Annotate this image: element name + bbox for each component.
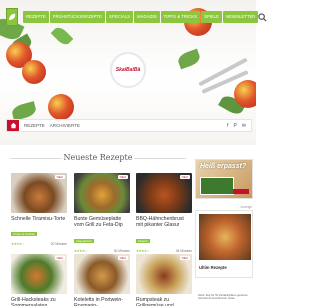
recipe-card[interactable]: NEU Grill-Hacksteaks zu Sommersalaten [11, 254, 67, 306]
home-logo-icon[interactable] [6, 8, 18, 26]
ad-caption[interactable]: Ultim Rezepte [199, 265, 227, 270]
leaf-decoration [50, 24, 74, 48]
recipe-image[interactable]: NEU [74, 254, 130, 294]
site-logo-text: SkaiBaiBä [115, 67, 141, 73]
nav-item-magazin[interactable]: Magazin [134, 11, 160, 23]
recipe-time: 20 Minuten [50, 242, 67, 247]
recipe-time: 45 Minuten [175, 248, 192, 253]
new-badge: NEU [179, 175, 190, 179]
recipe-image[interactable]: NEU [136, 254, 192, 294]
ad-cta-button[interactable] [233, 189, 249, 194]
recipe-category[interactable]: Torten & Kuchen [11, 232, 38, 237]
social-links: f P ✉ [227, 123, 246, 129]
recipe-title[interactable]: Schnelle Tiramisu-Torte [11, 216, 67, 222]
ad-footer-text: Wow! Zeit für 50 Zeitaktivitäten gesehen… [198, 293, 248, 301]
recipe-image[interactable]: NEU [74, 173, 130, 213]
site-logo[interactable]: SkaiBaiBä [110, 52, 146, 88]
new-badge: NEU [117, 175, 128, 179]
leaf-decoration [10, 101, 38, 121]
new-badge: NEU [54, 256, 65, 260]
section-divider-right [134, 158, 186, 159]
top-navigation: Rezepte Frühstücks­rezepte Specials Maga… [6, 8, 267, 26]
ad-product-image [200, 177, 234, 195]
facebook-icon[interactable]: f [227, 123, 228, 129]
apple-decoration [22, 60, 46, 84]
nav-item-tipps[interactable]: Tipps & Tricks [160, 11, 200, 23]
recipe-title[interactable]: Grill-Hacksteaks zu Sommersalaten [11, 297, 67, 306]
sidebar-ad-card[interactable]: Ultim Rezepte [195, 210, 253, 278]
nav-links: Rezepte Frühstücks­rezepte Specials Maga… [23, 11, 259, 23]
mail-icon[interactable]: ✉ [242, 123, 246, 129]
nav-item-specials[interactable]: Specials [106, 11, 134, 23]
search-icon[interactable] [258, 11, 267, 23]
nav-item-fruehstuecksrezepte[interactable]: Frühstücks­rezepte [49, 11, 106, 23]
recipe-card[interactable]: NEU Bunte Gemüseplatte vom Grill zu Feta… [74, 173, 130, 253]
pinterest-icon[interactable]: P [233, 123, 236, 129]
recipe-title[interactable]: Koteletts in Portwein-Rosmarin- [74, 297, 130, 306]
breadcrumb-bar: Rezepte Archivierte f P ✉ [6, 119, 252, 132]
apple-decoration [48, 94, 74, 120]
home-icon[interactable] [7, 120, 19, 131]
recipe-time: 30 Minuten [113, 248, 130, 253]
new-badge: NEU [117, 256, 128, 260]
recipe-category[interactable]: Vegetarisch [74, 238, 94, 243]
new-badge: NEU [179, 256, 190, 260]
nav-item-rezepte[interactable]: Rezepte [23, 11, 49, 23]
recipe-image[interactable]: NEU [11, 173, 67, 213]
ad-label: Anzeige [240, 205, 252, 209]
nav-item-newsletter[interactable]: Newsletter [223, 11, 259, 23]
rating-stars: ★★★★☆ [136, 248, 150, 253]
recipe-image[interactable]: NEU [136, 173, 192, 213]
recipe-card[interactable]: NEU BBQ-Hähnchenbrust mit pikanter Glasu… [136, 173, 192, 253]
rating-stars: ★★★★☆ [74, 248, 88, 253]
recipe-card[interactable]: NEU Rumpsteak zu Grillgemüse und [136, 254, 192, 306]
rating-stars: ★★★★☆ [11, 242, 25, 247]
recipe-category[interactable]: Fleisch [136, 238, 150, 243]
recipe-card[interactable]: NEU Schnelle Tiramisu-Torte Torten & Kuc… [11, 173, 67, 246]
recipe-meta: ★★★★☆ 20 Minuten [11, 242, 67, 246]
leaf-decoration [176, 48, 202, 70]
recipe-title[interactable]: BBQ-Hähnchenbrust mit pikanter Glasur [136, 216, 192, 229]
recipe-meta: ★★★★☆ 45 Minuten [136, 249, 192, 253]
breadcrumb-archiv[interactable]: Archivierte [50, 123, 80, 128]
breadcrumb-rezepte[interactable]: Rezepte [24, 123, 45, 128]
recipe-card[interactable]: NEU Koteletts in Portwein-Rosmarin- [74, 254, 130, 306]
apple-decoration [234, 80, 256, 108]
sidebar-ad-banner[interactable]: Heiß erpasst? [195, 159, 253, 199]
ad-image[interactable] [199, 214, 251, 260]
recipe-image[interactable]: NEU [11, 254, 67, 294]
nav-item-spiele[interactable]: Spiele [200, 11, 223, 23]
recipe-title[interactable]: Rumpsteak zu Grillgemüse und [136, 297, 192, 306]
recipe-meta: ★★★★☆ 30 Minuten [74, 249, 130, 253]
new-badge: NEU [54, 175, 65, 179]
recipe-title[interactable]: Bunte Gemüseplatte vom Grill zu Feta-Dip [74, 216, 130, 229]
ad-headline: Heiß erpasst? [200, 163, 247, 170]
